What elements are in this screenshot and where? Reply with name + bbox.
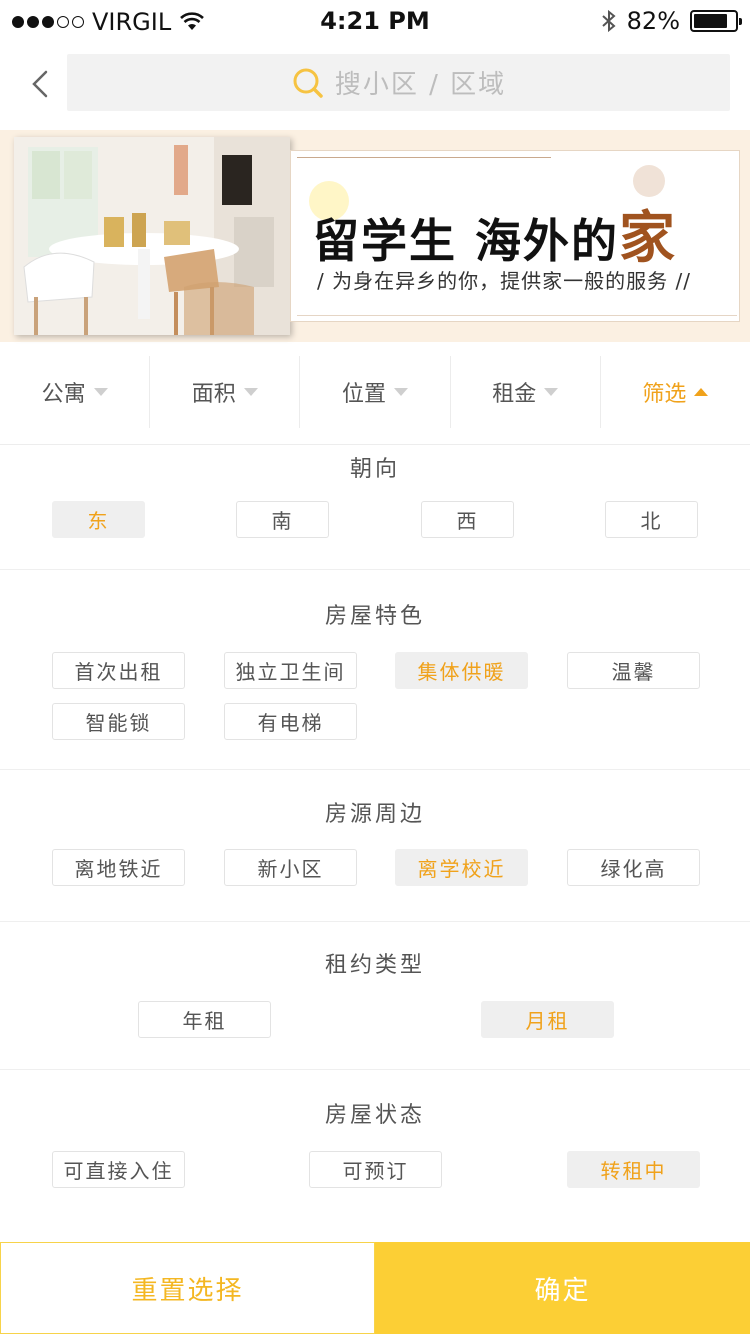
caret-up-icon	[694, 388, 709, 396]
filter-section-features: 房屋特色 首次出租 独立卫生间 集体供暖 温馨 智能锁 有电梯	[0, 570, 750, 770]
option-near-school[interactable]: 离学校近	[395, 849, 528, 886]
filter-section-lease-type: 租约类型 年租 月租	[0, 922, 750, 1070]
caret-down-icon	[243, 388, 258, 396]
battery-percent: 82%	[626, 7, 680, 35]
option-new-complex[interactable]: 新小区	[224, 849, 357, 886]
option-north[interactable]: 北	[605, 501, 698, 538]
option-central-heating[interactable]: 集体供暖	[395, 652, 528, 689]
banner-subtitle: / 为身在异乡的你，提供家一般的服务 //	[317, 269, 691, 293]
back-button[interactable]	[22, 62, 62, 106]
section-title: 房屋状态	[324, 1103, 425, 1128]
option-sublet[interactable]: 转租中	[567, 1151, 700, 1188]
tab-apartment[interactable]: 公寓	[0, 356, 151, 428]
tab-rent[interactable]: 租金	[451, 356, 601, 428]
option-west[interactable]: 西	[421, 501, 514, 538]
battery-level	[694, 14, 727, 28]
status-bar: VIRGIL 4:21 PM 82%	[0, 0, 750, 40]
tab-label: 位置	[342, 382, 387, 407]
tab-label: 租金	[492, 382, 537, 407]
option-near-subway[interactable]: 离地铁近	[52, 849, 185, 886]
banner-photo	[14, 137, 290, 335]
confirm-button[interactable]: 确定	[375, 1242, 750, 1334]
bluetooth-icon	[601, 9, 616, 33]
section-title: 朝向	[349, 457, 400, 482]
promo-banner[interactable]: 留学生 海外的家 / 为身在异乡的你，提供家一般的服务 //	[0, 130, 750, 342]
option-yearly[interactable]: 年租	[138, 1001, 271, 1038]
option-green-space[interactable]: 绿化高	[567, 849, 700, 886]
option-reservable[interactable]: 可预订	[309, 1151, 442, 1188]
option-first-rental[interactable]: 首次出租	[52, 652, 185, 689]
bottom-action-bar: 重置选择 确定	[0, 1242, 750, 1334]
option-elevator[interactable]: 有电梯	[224, 703, 357, 740]
option-south[interactable]: 南	[236, 501, 329, 538]
filter-tab-bar: 公寓 面积 位置 租金 筛选	[0, 356, 750, 428]
section-title: 房屋特色	[324, 604, 425, 629]
caret-down-icon	[394, 388, 409, 396]
option-move-in-ready[interactable]: 可直接入住	[52, 1151, 185, 1188]
tab-label: 面积	[191, 382, 236, 407]
caret-down-icon	[544, 388, 559, 396]
tab-location[interactable]: 位置	[300, 356, 451, 428]
banner-card: 留学生 海外的家 / 为身在异乡的你，提供家一般的服务 //	[290, 150, 740, 322]
banner-title: 留学生 海外的家	[313, 193, 677, 274]
search-input[interactable]: 搜小区 / 区域	[67, 54, 730, 111]
tab-label: 筛选	[642, 382, 687, 407]
search-placeholder: 搜小区 / 区域	[334, 70, 507, 100]
reset-button[interactable]: 重置选择	[0, 1242, 375, 1334]
filter-section-status: 房屋状态 可直接入住 可预订 转租中	[0, 1070, 750, 1242]
option-cozy[interactable]: 温馨	[567, 652, 700, 689]
tab-label: 公寓	[41, 382, 86, 407]
filter-section-surroundings: 房源周边 离地铁近 新小区 离学校近 绿化高	[0, 770, 750, 922]
banner-title-accent: 家	[619, 205, 678, 271]
caret-down-icon	[93, 388, 108, 396]
section-title: 租约类型	[324, 953, 425, 978]
search-header: 搜小区 / 区域	[0, 54, 750, 112]
tab-filter[interactable]: 筛选	[601, 356, 750, 428]
option-private-bathroom[interactable]: 独立卫生间	[224, 652, 357, 689]
option-monthly[interactable]: 月租	[481, 1001, 614, 1038]
search-icon	[293, 68, 323, 98]
option-smart-lock[interactable]: 智能锁	[52, 703, 185, 740]
battery-icon	[690, 10, 742, 32]
chevron-left-icon	[32, 70, 48, 98]
status-right: 82%	[601, 7, 742, 35]
section-title: 房源周边	[324, 802, 425, 827]
banner-title-main: 留学生 海外的	[313, 214, 620, 268]
option-east[interactable]: 东	[52, 501, 145, 538]
filter-section-orientation: 朝向 东 南 西 北	[0, 445, 750, 570]
tab-area[interactable]: 面积	[150, 356, 301, 428]
